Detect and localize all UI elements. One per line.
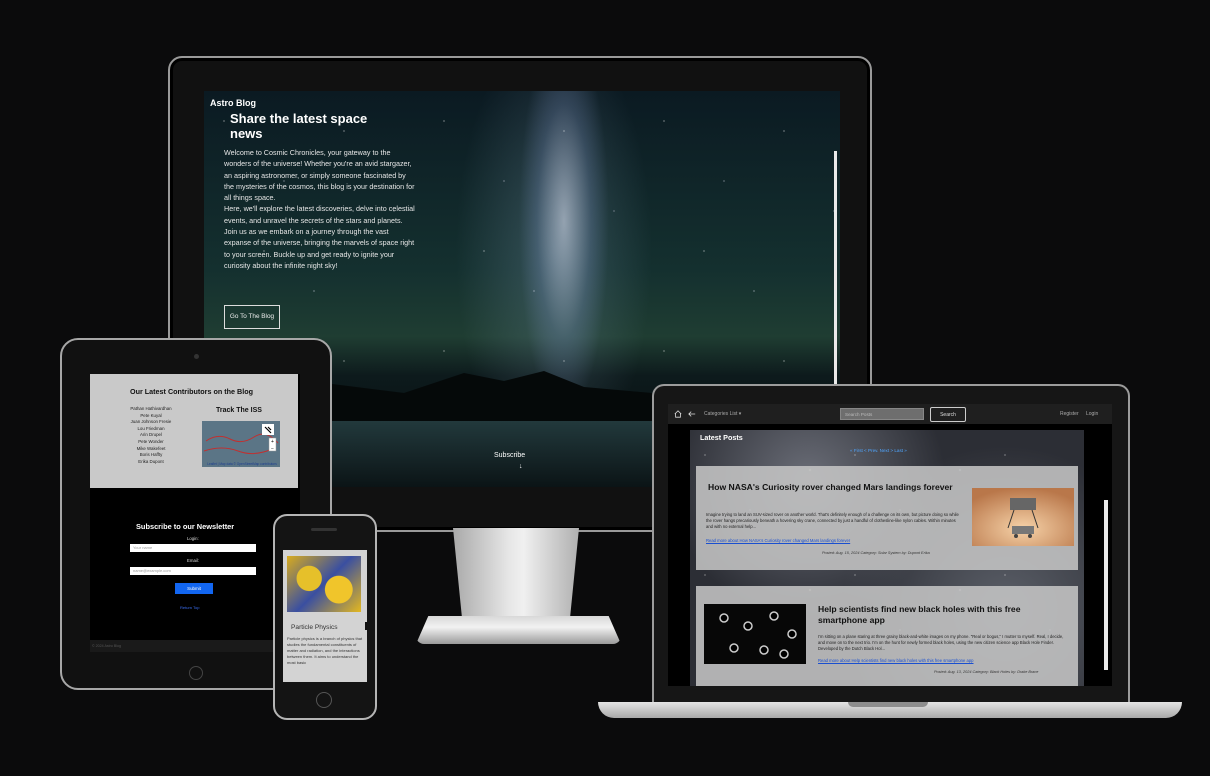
contributors-title: Our Latest Contributors on the Blog — [130, 387, 253, 396]
contributor-name: Mike Wakefeet — [136, 445, 166, 451]
contributor-name: Pete Wonder — [138, 438, 164, 444]
submit-button[interactable]: Submit — [175, 583, 213, 594]
post-title[interactable]: Help scientists find new black holes wit… — [818, 604, 1058, 626]
email-input[interactable]: name@example.com — [130, 567, 256, 575]
post-excerpt: I'm sitting on a plane staring at three … — [818, 634, 1064, 652]
post-meta: Posted: Aug. 15, 2024 Category: Solar Sy… — [822, 551, 930, 555]
scrollbar[interactable] — [365, 622, 367, 630]
contributor-name: Arin Drupel — [140, 432, 162, 438]
iss-title: Track The ISS — [216, 407, 262, 414]
laptop-notch — [848, 702, 928, 707]
return-top-link[interactable]: Return Top — [180, 605, 200, 610]
home-button — [189, 666, 203, 680]
contributor-name: Erika Dupont — [138, 458, 164, 464]
phone-device: Particle Physics Particle physics is a b… — [273, 514, 377, 720]
post-image[interactable] — [287, 556, 361, 612]
monitor-stand — [453, 528, 579, 618]
home-button — [316, 692, 332, 708]
back-arrow-icon[interactable] — [688, 410, 696, 418]
newsletter-title: Subscribe to our Newsletter — [136, 522, 235, 531]
read-more-link[interactable]: Read more about How NASA's Curiosity rov… — [706, 538, 962, 543]
brand-logo[interactable]: Astro Blog — [210, 98, 256, 108]
post-card: Help scientists find new black holes wit… — [696, 586, 1078, 686]
search-input[interactable]: Search Posts — [840, 408, 924, 420]
contributors-list: Pathan Hathivardhan Pete Kuyal Juan John… — [116, 406, 186, 465]
home-icon[interactable] — [674, 410, 682, 418]
hero-text: Welcome to Cosmic Chronicles, your gatew… — [224, 147, 416, 271]
post-meta: Posted: Aug. 13, 2024 Category: Black Ho… — [934, 670, 1039, 674]
post-image[interactable] — [972, 488, 1074, 546]
post-title[interactable]: Particle Physics — [291, 624, 338, 631]
post-title[interactable]: How NASA's Curiosity rover changed Mars … — [708, 482, 958, 493]
categories-dropdown[interactable]: Categories List ▾ — [704, 411, 741, 417]
camera-icon — [194, 354, 199, 359]
svg-text:−: − — [271, 446, 274, 452]
register-link[interactable]: Register — [1060, 411, 1079, 417]
email-label: Email: — [187, 558, 199, 563]
speaker-grille — [311, 528, 337, 531]
scrollbar[interactable] — [1104, 500, 1108, 670]
subscribe-link[interactable]: Subscribe — [494, 452, 525, 459]
hero-paragraph-2: Here, we'll explore the latest discoveri… — [224, 204, 415, 270]
subscribe-arrow-icon: ↓ — [519, 463, 523, 470]
laptop-screen: Categories List ▾ Search Posts Search Re… — [668, 404, 1112, 686]
svg-text:+: + — [271, 439, 274, 445]
go-to-blog-button[interactable]: Go To The Blog — [224, 305, 280, 329]
chevron-down-icon: ▾ — [738, 411, 742, 417]
scrollbar[interactable] — [834, 151, 837, 389]
phone-screen: Particle Physics Particle physics is a b… — [283, 550, 367, 682]
contributor-name: Pathan Hathivardhan — [130, 406, 172, 411]
contributor-name: Juan Johnson Fresie — [130, 419, 172, 425]
tablet-screen: Our Latest Contributors on the Blog Path… — [90, 374, 300, 652]
contributor-name: Pete Kuyal — [140, 412, 162, 418]
contributors-panel: Our Latest Contributors on the Blog Path… — [90, 374, 298, 488]
pagination[interactable]: « First < Prev. Next > Last » — [850, 448, 907, 453]
map-attribution[interactable]: Leaflet | Map data © OpenStreetMap contr… — [206, 462, 278, 466]
login-input[interactable]: Your name — [130, 544, 256, 552]
footer: © 2024 Astro Blog — [90, 640, 300, 652]
laptop-device: Categories List ▾ Search Posts Search Re… — [652, 384, 1130, 704]
login-label: Login: — [187, 536, 199, 541]
hero-title: Share the latest space news — [230, 111, 368, 141]
post-excerpt: Particle physics is a branch of physics … — [287, 636, 363, 665]
hero-paragraph-1: Welcome to Cosmic Chronicles, your gatew… — [224, 148, 415, 203]
navbar: Categories List ▾ Search Posts Search Re… — [668, 404, 1112, 424]
contributor-name: Lou Friedman — [137, 425, 165, 431]
post-card: How NASA's Curiosity rover changed Mars … — [696, 466, 1078, 570]
categories-label: Categories List — [704, 411, 738, 417]
post-excerpt: Imagine trying to land an SUV-sized rove… — [706, 512, 959, 530]
post-image[interactable] — [704, 604, 806, 664]
read-more-link[interactable]: Read more about Help scientists find new… — [818, 658, 1070, 663]
search-button[interactable]: Search — [930, 407, 966, 422]
latest-posts-title: Latest Posts — [700, 433, 743, 442]
login-link[interactable]: Login — [1086, 411, 1098, 417]
monitor-base — [416, 616, 621, 644]
contributor-name: Boris Haffty — [139, 452, 163, 458]
iss-map[interactable]: + − — [202, 421, 280, 467]
posts-area: Latest Posts « First < Prev. Next > Last… — [690, 430, 1084, 686]
